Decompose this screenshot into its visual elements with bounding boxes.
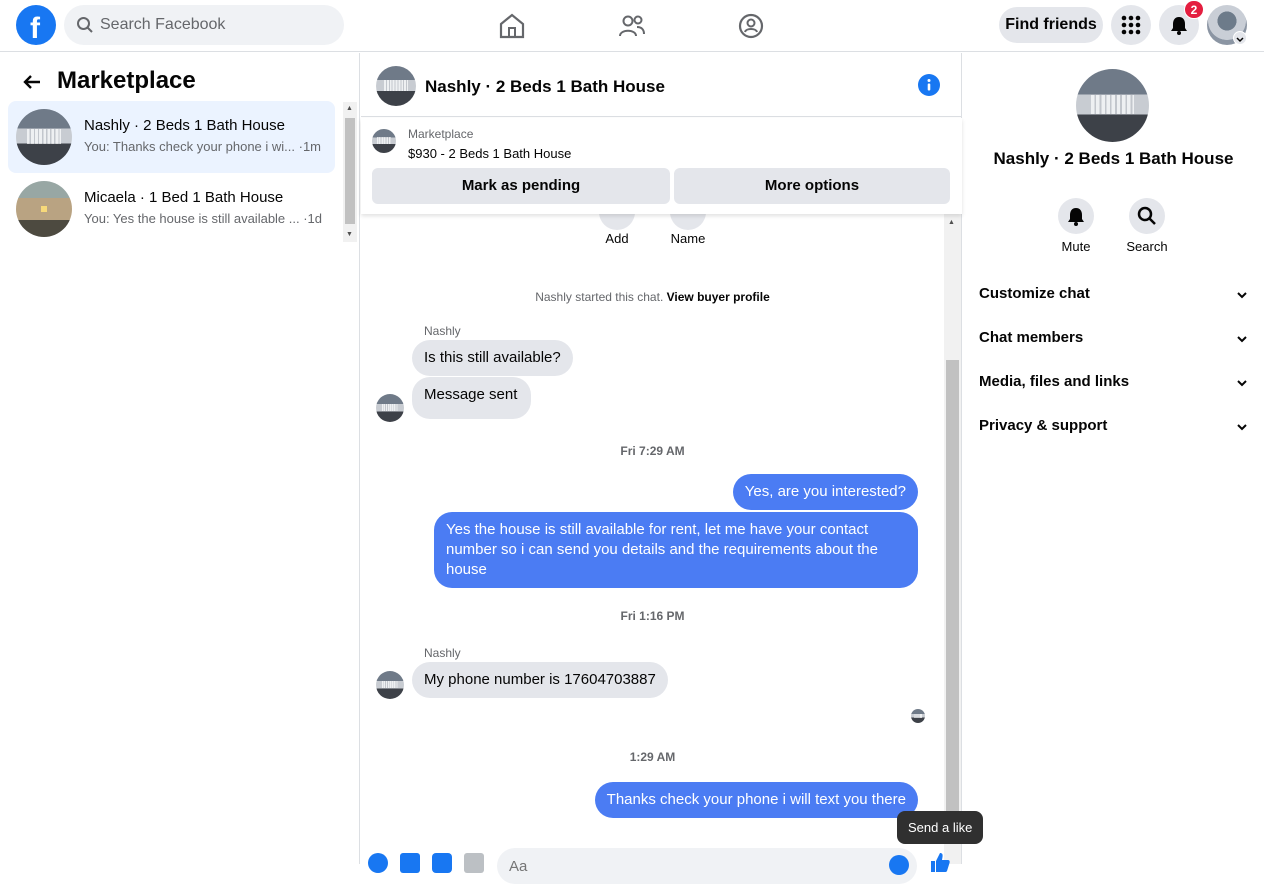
conversation-item[interactable]: Micaela · 1 Bed 1 Bath House You: Yes th… (8, 173, 335, 245)
section-label: Chat members (979, 329, 1084, 346)
timestamp: Fri 1:16 PM (620, 609, 685, 623)
chevron-down-icon (1237, 292, 1247, 299)
top-navigation-bar: f Find friends 2 (0, 0, 1264, 52)
conversation-item[interactable]: Nashly · 2 Beds 1 Bath House You: Thanks… (8, 101, 335, 173)
scroll-down-icon[interactable]: ▼ (346, 231, 353, 238)
chat-members-section[interactable]: Chat members (971, 319, 1256, 359)
grid-menu-icon (1121, 15, 1141, 35)
chevron-down-icon (1237, 380, 1247, 387)
outgoing-message[interactable]: Yes the house is still available for ren… (434, 512, 918, 588)
conversation-preview: You: Thanks check your phone i wi... ·1m (84, 139, 322, 154)
privacy-support-section[interactable]: Privacy & support (971, 407, 1256, 447)
more-options-button[interactable]: More options (674, 168, 950, 204)
listing-price-title[interactable]: $930 - 2 Beds 1 Bath House (408, 146, 571, 161)
conversation-list: Nashly · 2 Beds 1 Bath House You: Thanks… (8, 101, 335, 245)
message-thread: Add Name Nashly started this chat. View … (361, 214, 944, 864)
find-friends-button[interactable]: Find friends (999, 7, 1103, 43)
listing-thumbnail (16, 109, 72, 165)
sender-name: Nashly (424, 324, 461, 338)
timestamp: 1:29 AM (629, 750, 676, 764)
media-files-links-section[interactable]: Media, files and links (971, 363, 1256, 403)
chat-details-title: Nashly · 2 Beds 1 Bath House (993, 149, 1234, 168)
page-title: Marketplace (57, 67, 196, 94)
section-label: Customize chat (979, 285, 1090, 302)
thread-scrollbar-thumb[interactable] (946, 360, 959, 820)
conversation-list-pane: Marketplace Nashly · 2 Beds 1 Bath House… (0, 53, 360, 864)
photo-icon[interactable] (400, 853, 420, 873)
search-input[interactable] (100, 5, 330, 45)
scroll-up-icon[interactable]: ▲ (948, 219, 955, 226)
send-like-tooltip: Send a like (897, 811, 984, 844)
incoming-message[interactable]: My phone number is 17604703887 (412, 662, 668, 698)
chevron-down-icon (1237, 424, 1247, 431)
listing-thumbnail (16, 181, 72, 237)
sticker-icon[interactable] (432, 853, 452, 873)
add-action-label: Add (605, 231, 629, 246)
more-actions-icon[interactable] (368, 853, 388, 873)
back-arrow-icon[interactable] (20, 70, 44, 94)
chat-details-avatar[interactable] (1076, 69, 1149, 142)
sender-name: Nashly (424, 646, 461, 660)
scroll-up-icon[interactable]: ▲ (346, 105, 353, 112)
chevron-down-icon (1237, 336, 1247, 343)
timestamp: Fri 7:29 AM (620, 444, 685, 458)
name-action-button[interactable] (670, 214, 706, 230)
sender-avatar[interactable] (376, 394, 404, 422)
search-icon (1137, 206, 1156, 225)
info-icon[interactable] (918, 74, 940, 96)
chat-details-pane: Nashly · 2 Beds 1 Bath House Mute Search… (963, 53, 1264, 864)
chat-started-note: Nashly started this chat. View buyer pro… (361, 290, 944, 304)
add-action-button[interactable] (599, 214, 635, 230)
search-icon (77, 17, 93, 33)
outgoing-message[interactable]: Yes, are you interested? (732, 474, 918, 510)
message-input[interactable] (497, 848, 917, 884)
mute-label: Mute (1061, 239, 1091, 254)
mute-button[interactable] (1058, 198, 1094, 234)
bell-icon (1171, 17, 1187, 35)
search-box (64, 5, 344, 45)
search-label: Search (1126, 239, 1168, 254)
like-icon[interactable] (929, 851, 951, 873)
search-conversation-button[interactable] (1129, 198, 1165, 234)
chat-title[interactable]: Nashly · 2 Beds 1 Bath House (425, 77, 665, 97)
chat-avatar[interactable] (376, 66, 416, 106)
groups-icon[interactable] (735, 10, 767, 42)
chat-pane: Nashly · 2 Beds 1 Bath House Marketplace… (361, 53, 984, 884)
incoming-message[interactable]: Is this still available? (412, 340, 573, 376)
friends-icon[interactable] (616, 10, 648, 42)
account-caret-icon[interactable] (1233, 31, 1247, 45)
bell-icon (1068, 208, 1084, 226)
chat-header: Nashly · 2 Beds 1 Bath House (361, 53, 962, 117)
sender-avatar[interactable] (376, 671, 404, 699)
emoji-icon[interactable] (889, 855, 909, 875)
listing-source: Marketplace (408, 127, 474, 141)
customize-chat-section[interactable]: Customize chat (971, 275, 1256, 315)
name-action-label: Name (670, 231, 706, 246)
listing-banner: Marketplace $930 - 2 Beds 1 Bath House M… (361, 118, 962, 214)
menu-button[interactable] (1111, 5, 1151, 45)
notification-badge: 2 (1184, 0, 1204, 19)
chat-started-text: Nashly started this chat. (535, 290, 664, 304)
section-label: Privacy & support (979, 417, 1108, 434)
conversation-name: Nashly · 2 Beds 1 Bath House (84, 117, 285, 134)
outgoing-message[interactable]: Thanks check your phone i will text you … (594, 782, 918, 818)
list-scrollbar-thumb[interactable] (345, 118, 355, 224)
seen-indicator-avatar (911, 709, 925, 723)
conversation-name: Micaela · 1 Bed 1 Bath House (84, 189, 284, 206)
mark-as-pending-button[interactable]: Mark as pending (372, 168, 670, 204)
conversation-preview: You: Yes the house is still available ..… (84, 211, 323, 226)
gif-icon[interactable] (464, 853, 484, 873)
incoming-message[interactable]: Message sent (412, 377, 532, 419)
facebook-logo-icon[interactable]: f (16, 5, 56, 45)
listing-thumbnail (372, 129, 396, 153)
view-buyer-profile-link[interactable]: View buyer profile (667, 290, 770, 304)
home-icon[interactable] (496, 10, 528, 42)
svg-text:f: f (30, 12, 41, 45)
section-label: Media, files and links (979, 373, 1130, 390)
